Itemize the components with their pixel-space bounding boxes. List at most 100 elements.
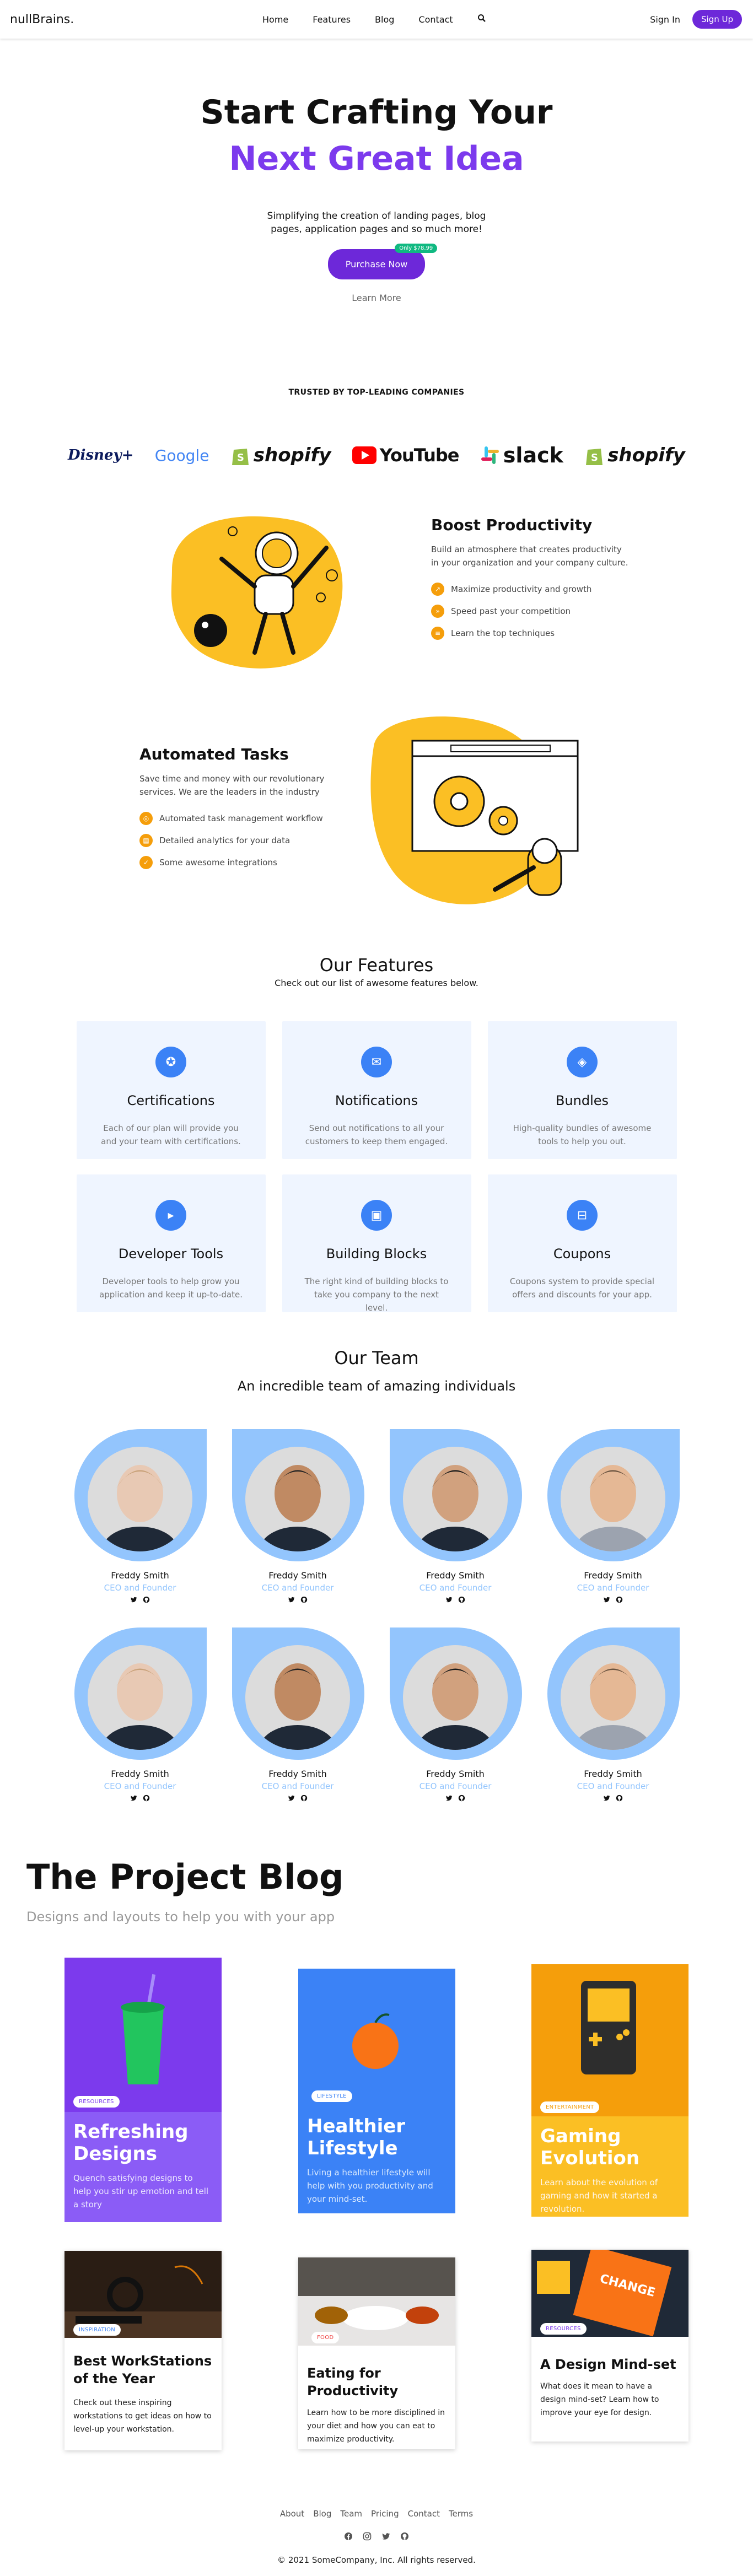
footer-link-blog[interactable]: Blog	[313, 2509, 331, 2519]
productivity-text: Boost Productivity Build an atmosphere t…	[431, 516, 630, 649]
blog-card-design-mindset[interactable]: CHANGE RESOURCES A Design Mind-set What …	[531, 2250, 689, 2442]
shopify-bag-icon: S	[586, 449, 603, 465]
google-logo-text: Google	[154, 446, 209, 465]
github-icon[interactable]	[458, 1794, 465, 1804]
blog-card-body: Refreshing Designs Quench satisfying des…	[64, 2112, 222, 2220]
search-icon[interactable]	[477, 14, 486, 25]
member-name: Freddy Smith	[584, 1769, 642, 1779]
twitter-icon[interactable]	[288, 1596, 295, 1605]
team-member-card: Freddy Smith CEO and Founder	[230, 1627, 365, 1804]
team-member-card: Freddy Smith CEO and Founder	[388, 1627, 523, 1804]
purchase-wrap: Purchase Now Only $78,99	[327, 244, 438, 279]
github-icon[interactable]	[300, 1596, 308, 1605]
nav-contact[interactable]: Contact	[418, 14, 453, 25]
blog-card-body: A Design Mind-set What does it mean to h…	[531, 2337, 689, 2428]
blog-card-gaming-evolution[interactable]: ENTERTAINMENT Gaming Evolution Learn abo…	[531, 1964, 689, 2217]
avatar	[401, 1445, 510, 1554]
footer-link-terms[interactable]: Terms	[449, 2509, 473, 2519]
speed-icon: »	[431, 605, 444, 618]
footer-link-contact[interactable]: Contact	[408, 2509, 440, 2519]
feature-text: Coupons system to provide special offers…	[509, 1276, 655, 1300]
twitter-icon[interactable]	[445, 1794, 453, 1804]
team-title: Our Team	[334, 1348, 419, 1368]
github-icon[interactable]	[616, 1794, 623, 1804]
nav-blog[interactable]: Blog	[375, 14, 394, 25]
cube-icon: ◈	[567, 1047, 598, 1077]
twitter-icon[interactable]	[445, 1596, 453, 1605]
twitter-icon[interactable]	[603, 1794, 610, 1804]
github-icon[interactable]	[300, 1794, 308, 1804]
footer-link-pricing[interactable]: Pricing	[371, 2509, 399, 2519]
twitter-icon[interactable]	[603, 1596, 610, 1605]
github-icon[interactable]	[143, 1794, 150, 1804]
twitter-icon[interactable]	[288, 1794, 295, 1804]
blog-image-gameboy: ENTERTAINMENT	[531, 1964, 689, 2116]
learn-more-link[interactable]: Learn More	[0, 293, 753, 303]
blog-tag: INSPIRATION	[73, 2324, 121, 2336]
avatar	[243, 1643, 352, 1752]
member-photo-wrap	[388, 1429, 523, 1567]
blocks-icon: ▣	[361, 1200, 392, 1231]
feature-text: High-quality bundles of awesome tools to…	[513, 1123, 652, 1146]
hero-subtitle: Simplifying the creation of landing page…	[267, 211, 486, 235]
feature-title: Coupons	[553, 1246, 611, 1262]
list-item-label: Automated task management workflow	[159, 813, 323, 823]
github-icon[interactable]	[143, 1596, 150, 1605]
blog-subtitle: Designs and layouts to help you with you…	[26, 1909, 335, 1925]
blog-tag: RESOURCES	[540, 2323, 587, 2335]
shopify-logo-text-2: shopify	[607, 444, 685, 466]
signup-button[interactable]: Sign Up	[692, 10, 742, 29]
feature-text: The right kind of building blocks to tak…	[304, 1276, 449, 1313]
feature-text: Each of our plan will provide you and yo…	[101, 1123, 241, 1146]
member-role: CEO and Founder	[261, 1583, 334, 1593]
blog-card-title: Healthier Lifestyle	[307, 2115, 406, 2159]
signin-link[interactable]: Sign In	[650, 14, 680, 25]
analytics-icon: ▤	[139, 834, 153, 847]
team-header: Our Team An incredible team of amazing i…	[0, 1348, 753, 1394]
gears-illustration	[368, 713, 589, 912]
member-social	[545, 1794, 681, 1804]
youtube-logo: YouTube	[352, 445, 459, 466]
blog-card-refreshing-designs[interactable]: RESOURCES Refreshing Designs Quench sati…	[64, 1958, 222, 2222]
feature-title: Certifications	[127, 1093, 215, 1108]
footer-links: About Blog Team Pricing Contact Terms	[0, 2509, 753, 2519]
feature-text: Send out notifications to all your custo…	[305, 1123, 448, 1146]
hero: Start Crafting Your Next Great Idea Simp…	[0, 39, 753, 303]
list-item: » Speed past your competition	[431, 605, 630, 618]
nav-home[interactable]: Home	[262, 14, 288, 25]
purchase-button[interactable]: Purchase Now	[327, 249, 426, 279]
github-icon[interactable]	[616, 1596, 623, 1605]
github-icon[interactable]	[458, 1596, 465, 1605]
avatar	[401, 1643, 510, 1752]
member-name: Freddy Smith	[268, 1769, 327, 1779]
instagram-icon[interactable]	[363, 2532, 372, 2543]
footer-link-team[interactable]: Team	[340, 2509, 362, 2519]
brand-logo[interactable]: nullBrains.	[10, 13, 74, 26]
shopify-logo-2: S shopify	[584, 444, 685, 466]
footer-link-about[interactable]: About	[280, 2509, 304, 2519]
blog-card-body: Gaming Evolution Learn about the evoluti…	[531, 2116, 689, 2224]
blog-card-text: What does it mean to have a design mind-…	[540, 2382, 659, 2417]
nav-features[interactable]: Features	[313, 14, 351, 25]
twitter-icon[interactable]	[130, 1596, 137, 1605]
twitter-icon[interactable]	[130, 1794, 137, 1804]
blog-card-workstations[interactable]: INSPIRATION Best WorkStations of the Yea…	[64, 2251, 222, 2450]
blog-card-healthier-lifestyle[interactable]: LIFESTYLE Healthier Lifestyle Living a h…	[298, 1969, 455, 2213]
features-subtitle: Check out our list of awesome features b…	[275, 978, 478, 988]
blog-grid: RESOURCES Refreshing Designs Quench sati…	[0, 1958, 753, 2487]
productivity-list: ↗ Maximize productivity and growth » Speed…	[431, 583, 630, 640]
member-social	[388, 1794, 523, 1804]
twitter-icon[interactable]	[381, 2532, 390, 2543]
member-role: CEO and Founder	[419, 1781, 492, 1791]
feature-card-building-blocks: ▣ Building Blocks The right kind of buil…	[282, 1174, 471, 1313]
facebook-icon[interactable]	[344, 2532, 353, 2543]
blog-card-title: A Design Mind-set	[540, 2357, 676, 2372]
member-social	[72, 1596, 208, 1605]
footer: About Blog Team Pricing Contact Terms © …	[0, 2509, 753, 2576]
blog-image-food: FOOD	[298, 2257, 455, 2346]
blog-card-eating[interactable]: FOOD Eating for Productivity Learn how t…	[298, 2257, 455, 2449]
slack-logo: slack	[480, 443, 563, 467]
blog-card-text: Living a healthier lifestyle will help w…	[307, 2168, 433, 2204]
slack-logo-text: slack	[503, 443, 563, 467]
github-icon[interactable]	[400, 2532, 409, 2543]
